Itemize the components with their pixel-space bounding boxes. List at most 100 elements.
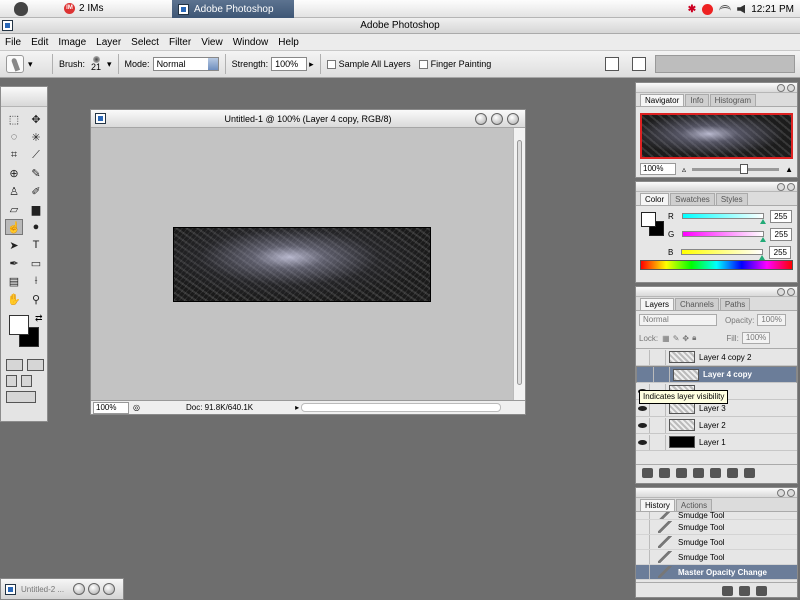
tab-color[interactable]: Color bbox=[640, 193, 670, 205]
close-button[interactable] bbox=[507, 113, 519, 125]
zoom-tool-icon[interactable]: ⚲ bbox=[27, 291, 45, 307]
menu-filter[interactable]: Filter bbox=[164, 37, 196, 48]
swap-colors-icon[interactable]: ⇄ bbox=[35, 313, 43, 324]
red-slider[interactable] bbox=[681, 213, 766, 224]
brush-picker[interactable]: 21 bbox=[87, 56, 105, 72]
lock-image-icon[interactable]: ✎ bbox=[673, 334, 680, 343]
smudge-tool-icon[interactable]: ☝ bbox=[5, 219, 23, 235]
red-value-field[interactable]: 255 bbox=[769, 209, 792, 223]
lasso-tool-icon[interactable]: ◌ bbox=[5, 129, 23, 145]
clock[interactable]: 12:21 PM bbox=[751, 4, 794, 15]
palette-well-icon[interactable] bbox=[605, 57, 619, 71]
menu-help[interactable]: Help bbox=[273, 37, 304, 48]
zoom-slider[interactable] bbox=[692, 163, 780, 174]
zoom-in-icon[interactable]: ▲ bbox=[785, 165, 793, 174]
crop-tool-icon[interactable]: ⌗ bbox=[5, 147, 23, 163]
quick-mask-mode-icon[interactable] bbox=[27, 359, 44, 371]
magic-wand-tool-icon[interactable]: ✳ bbox=[27, 129, 45, 145]
minimize-button[interactable] bbox=[777, 84, 785, 92]
jump-to-imageready-icon[interactable] bbox=[6, 391, 36, 403]
history-item[interactable]: Smudge Tool bbox=[636, 535, 797, 550]
shape-tool-icon[interactable]: ▭ bbox=[27, 255, 45, 271]
close-button[interactable] bbox=[787, 183, 795, 191]
fill-field[interactable]: 100% bbox=[741, 332, 771, 344]
tab-swatches[interactable]: Swatches bbox=[670, 193, 715, 205]
chevron-down-icon[interactable]: ▾ bbox=[107, 59, 112, 70]
menu-view[interactable]: View bbox=[196, 37, 228, 48]
path-selection-tool-icon[interactable]: ➤ bbox=[5, 237, 23, 253]
panel-header[interactable] bbox=[636, 182, 797, 192]
layer-mask-icon[interactable] bbox=[676, 467, 687, 478]
chevron-right-icon[interactable]: ▸ bbox=[309, 59, 314, 70]
minimize-button[interactable] bbox=[777, 183, 785, 191]
foreground-color-swatch[interactable] bbox=[9, 315, 29, 335]
new-document-from-state-icon[interactable] bbox=[722, 585, 733, 596]
status-menu-icon[interactable]: ◎ bbox=[133, 403, 140, 412]
link-cell[interactable] bbox=[650, 434, 666, 450]
wifi-icon[interactable] bbox=[719, 5, 732, 13]
zoom-out-icon[interactable]: ▵ bbox=[682, 165, 686, 174]
green-slider[interactable] bbox=[682, 231, 767, 242]
dodge-tool-icon[interactable]: ● bbox=[27, 219, 45, 235]
lock-transparency-icon[interactable]: ▦ bbox=[662, 334, 670, 343]
color-spectrum-bar[interactable] bbox=[640, 260, 793, 270]
maximize-button[interactable] bbox=[491, 113, 503, 125]
tab-history[interactable]: History bbox=[640, 499, 675, 511]
lock-position-icon[interactable]: ✥ bbox=[682, 334, 689, 343]
new-layer-icon[interactable] bbox=[727, 467, 738, 478]
history-item[interactable]: Smudge Tool bbox=[636, 520, 797, 535]
document-zoom-field[interactable]: 100% bbox=[93, 401, 129, 414]
panel-header[interactable] bbox=[636, 83, 797, 93]
layer-row[interactable]: Layer 2 bbox=[636, 417, 797, 434]
menu-layer[interactable]: Layer bbox=[91, 37, 126, 48]
blend-mode-select[interactable]: Normal bbox=[639, 314, 717, 326]
visibility-toggle[interactable] bbox=[636, 434, 650, 450]
im-indicator[interactable]: IM 2 IMs bbox=[64, 3, 103, 14]
visibility-toggle[interactable] bbox=[636, 417, 650, 433]
eyedropper-tool-icon[interactable]: ⟊ bbox=[27, 273, 45, 289]
horizontal-scrollbar[interactable] bbox=[301, 403, 501, 412]
clone-stamp-tool-icon[interactable]: ♙ bbox=[5, 183, 23, 199]
minimize-button[interactable] bbox=[777, 288, 785, 296]
close-button[interactable] bbox=[787, 489, 795, 497]
standard-mode-icon[interactable] bbox=[6, 359, 23, 371]
trash-icon[interactable] bbox=[756, 585, 767, 596]
minimize-button[interactable] bbox=[475, 113, 487, 125]
link-cell[interactable] bbox=[654, 367, 670, 382]
tab-info[interactable]: Info bbox=[685, 94, 709, 106]
apple-icon[interactable] bbox=[14, 1, 28, 16]
panel-header[interactable] bbox=[636, 488, 797, 498]
finger-painting-checkbox[interactable]: Finger Painting bbox=[418, 59, 491, 70]
opacity-field[interactable]: 100% bbox=[757, 314, 786, 326]
hand-tool-icon[interactable]: ✋ bbox=[5, 291, 23, 307]
pen-tool-icon[interactable]: ✒ bbox=[5, 255, 23, 271]
close-button[interactable] bbox=[103, 583, 116, 595]
screen-mode-full-menu-icon[interactable] bbox=[21, 375, 32, 387]
menu-window[interactable]: Window bbox=[228, 37, 274, 48]
history-item[interactable]: Smudge Tool bbox=[636, 550, 797, 565]
taskbar-photoshop-button[interactable]: Adobe Photoshop bbox=[172, 0, 294, 18]
tab-navigator[interactable]: Navigator bbox=[640, 94, 685, 106]
layer-row[interactable]: Layer 4 copy 2 bbox=[636, 349, 797, 366]
move-tool-icon[interactable]: ✥ bbox=[27, 111, 45, 127]
volume-icon[interactable] bbox=[737, 4, 746, 14]
notes-tool-icon[interactable]: ▤ bbox=[5, 273, 23, 289]
menu-file[interactable]: File bbox=[0, 37, 26, 48]
tab-channels[interactable]: Channels bbox=[675, 298, 719, 310]
blue-value-field[interactable]: 255 bbox=[769, 245, 792, 259]
tool-preset-picker[interactable]: ▾ bbox=[6, 53, 46, 75]
blue-slider[interactable] bbox=[681, 249, 766, 260]
minimize-button[interactable] bbox=[777, 489, 785, 497]
vertical-scrollbar[interactable] bbox=[513, 128, 525, 402]
navigator-zoom-field[interactable]: 100% bbox=[640, 163, 676, 175]
snapshot-icon[interactable] bbox=[739, 585, 750, 596]
menu-edit[interactable]: Edit bbox=[26, 37, 53, 48]
brush-tool-icon[interactable]: ✎ bbox=[27, 165, 45, 181]
menu-select[interactable]: Select bbox=[126, 37, 164, 48]
panel-header[interactable] bbox=[636, 287, 797, 297]
close-button[interactable] bbox=[787, 288, 795, 296]
minimize-button[interactable] bbox=[73, 583, 86, 595]
visibility-toggle[interactable] bbox=[636, 349, 650, 365]
lock-all-icon[interactable]: 🔒︎ bbox=[692, 333, 696, 343]
status-arrow-icon[interactable]: ▸ bbox=[295, 403, 299, 412]
